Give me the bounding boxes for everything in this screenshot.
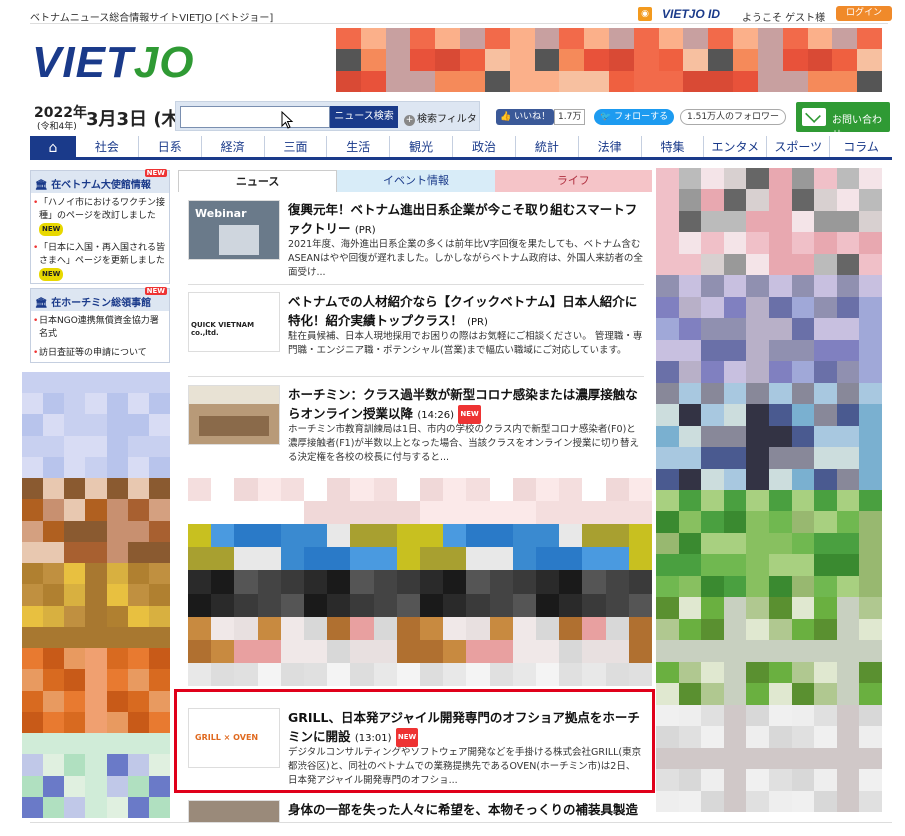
- nav-item[interactable]: 経済: [202, 136, 265, 157]
- site-label: ベトナムニュース総合情報サイトVIETJO [ベトジョー]: [30, 13, 274, 24]
- embassy-header[interactable]: 🏛 在ベトナム大使館情報 NEW: [31, 169, 169, 193]
- banner-ad[interactable]: [336, 28, 882, 92]
- news-search-button[interactable]: ニュース検索: [330, 106, 398, 128]
- search-box: ニュース検索 + 検索フィルタ: [175, 101, 480, 131]
- search-input[interactable]: [180, 106, 330, 128]
- consulate-box: 🏛 在ホーチミン総領事館NEW 日本NGO連携無償資金協力署名式 訪日査証等の申…: [30, 287, 170, 363]
- date-era: (令和4年): [37, 122, 77, 132]
- consulate-header[interactable]: 🏛 在ホーチミン総領事館 NEW: [31, 287, 169, 311]
- nav-item[interactable]: 法律: [579, 136, 642, 157]
- right-ad[interactable]: [656, 168, 882, 812]
- embassy-box: 🏛 在ベトナム大使館情報NEW 「ハノイ市におけるワクチン接種」のページを改訂し…: [30, 169, 170, 284]
- highlight-frame: [174, 689, 655, 793]
- divider: [188, 284, 644, 285]
- rss-icon[interactable]: ◉: [638, 7, 652, 21]
- top-bar: ベトナムニュース総合情報サイトVIETJO [ベトジョー] ◉ VIETJO I…: [30, 4, 892, 24]
- envelope-icon: [802, 108, 826, 126]
- search-filter-link[interactable]: + 検索フィルタ: [404, 110, 477, 126]
- date-month-day: 3月3日 (木): [86, 109, 188, 130]
- news-excerpt: ホーチミン市教育訓練局は1日、市内の学校のクラス内で新型コロナ感染者(F0)と濃…: [288, 424, 639, 463]
- tab-events[interactable]: イベント情報: [337, 170, 495, 192]
- twitter-follow-button[interactable]: 🐦 フォローする: [594, 109, 675, 125]
- consulate-item[interactable]: 訪日査証等の申請について: [31, 343, 169, 362]
- nav-item[interactable]: 社会: [76, 136, 139, 157]
- nav-item[interactable]: コラム: [830, 136, 892, 157]
- news-title[interactable]: ホーチミン：クラス過半数が新型コロナ感染または濃厚接触ならオンライン授業以降 (…: [288, 385, 644, 425]
- plus-icon: +: [404, 115, 415, 126]
- news-title[interactable]: 復興元年！ベトナム進出日系企業が今こそ取り組むスマートファクトリー (PR): [288, 200, 644, 240]
- divider: [188, 376, 644, 377]
- mouse-cursor: [281, 97, 294, 129]
- vietjo-id-logo[interactable]: VIETJO ID: [662, 7, 720, 21]
- nav-item[interactable]: 統計: [516, 136, 579, 157]
- tab-news[interactable]: ニュース: [178, 170, 338, 192]
- login-button[interactable]: ログイン: [836, 6, 892, 21]
- news-thumbnail[interactable]: [188, 800, 280, 822]
- tab-bar: ニュース イベント情報 ライフ: [178, 170, 652, 192]
- footer-divider: [30, 822, 892, 823]
- nav-item[interactable]: 政治: [453, 136, 516, 157]
- news-thumbnail[interactable]: QUICK VIETNAM co.,ltd.: [188, 292, 280, 352]
- left-sidebar: 🏛 在ベトナム大使館情報NEW 「ハノイ市におけるワクチン接種」のページを改訂し…: [30, 169, 170, 367]
- news-excerpt: 駐在員候補、日本人現地採用でお困りの際はお気軽にご相談ください。 管理職・専門職…: [288, 331, 643, 356]
- embassy-item[interactable]: 「ハノイ市におけるワクチン接種」のページを改訂しましたNEW: [31, 193, 169, 238]
- main-news-column: ニュース イベント情報 ライフ: [178, 170, 652, 192]
- news-excerpt: 2021年度、海外進出日系企業の多くは前年比V字回復を果たしても、ベトナム含むA…: [288, 239, 643, 278]
- news-title[interactable]: 身体の一部を失った人々に希望を、本物そっくりの補装具製造: [288, 800, 644, 819]
- nav-item[interactable]: エンタメ: [704, 136, 768, 157]
- facebook-like-button[interactable]: 👍 いいね！: [496, 109, 555, 125]
- news-thumbnail[interactable]: [188, 385, 280, 445]
- nav-item[interactable]: 三面: [265, 136, 328, 157]
- middle-ad[interactable]: [188, 478, 652, 686]
- nav-item[interactable]: スポーツ: [767, 136, 831, 157]
- nav-item[interactable]: 生活: [327, 136, 391, 157]
- contact-button[interactable]: お問い合わせ: [796, 102, 890, 141]
- embassy-item[interactable]: 「日本に入国・再入国される皆さまへ」ページを更新しましたNEW: [31, 238, 169, 283]
- facebook-like-count: 1.7万: [554, 109, 586, 125]
- twitter-follower-count: 1.51万人のフォロワー: [680, 109, 787, 125]
- news-item[interactable]: 身体の一部を失った人々に希望を、本物そっくりの補装具製造: [188, 800, 644, 822]
- news-title[interactable]: ベトナムでの人材紹介なら【クイックベトナム】日本人紹介に特化！紹介実績トップクラ…: [288, 292, 644, 332]
- left-ad[interactable]: [22, 372, 170, 818]
- news-thumbnail[interactable]: Webinar: [188, 200, 280, 260]
- welcome-text: ようこそ ゲスト様: [742, 13, 826, 24]
- nav-item[interactable]: 日系: [139, 136, 202, 157]
- nav-item[interactable]: 特集: [642, 136, 705, 157]
- date-search-row: 2022年 (令和4年) 3月3日 (木) ニュース検索 + 検索フィルタ 👍 い…: [30, 100, 892, 141]
- tab-life[interactable]: ライフ: [494, 170, 652, 192]
- vietjo-logo[interactable]: VIETJO: [32, 38, 195, 88]
- home-icon[interactable]: ⌂: [30, 136, 76, 160]
- nav-item[interactable]: 観光: [390, 136, 454, 157]
- consulate-item[interactable]: 日本NGO連携無償資金協力署名式: [31, 311, 169, 343]
- main-nav: ⌂ 社会 日系 経済 三面 生活 観光 政治 統計 法律 特集 エンタメ スポー…: [30, 136, 892, 160]
